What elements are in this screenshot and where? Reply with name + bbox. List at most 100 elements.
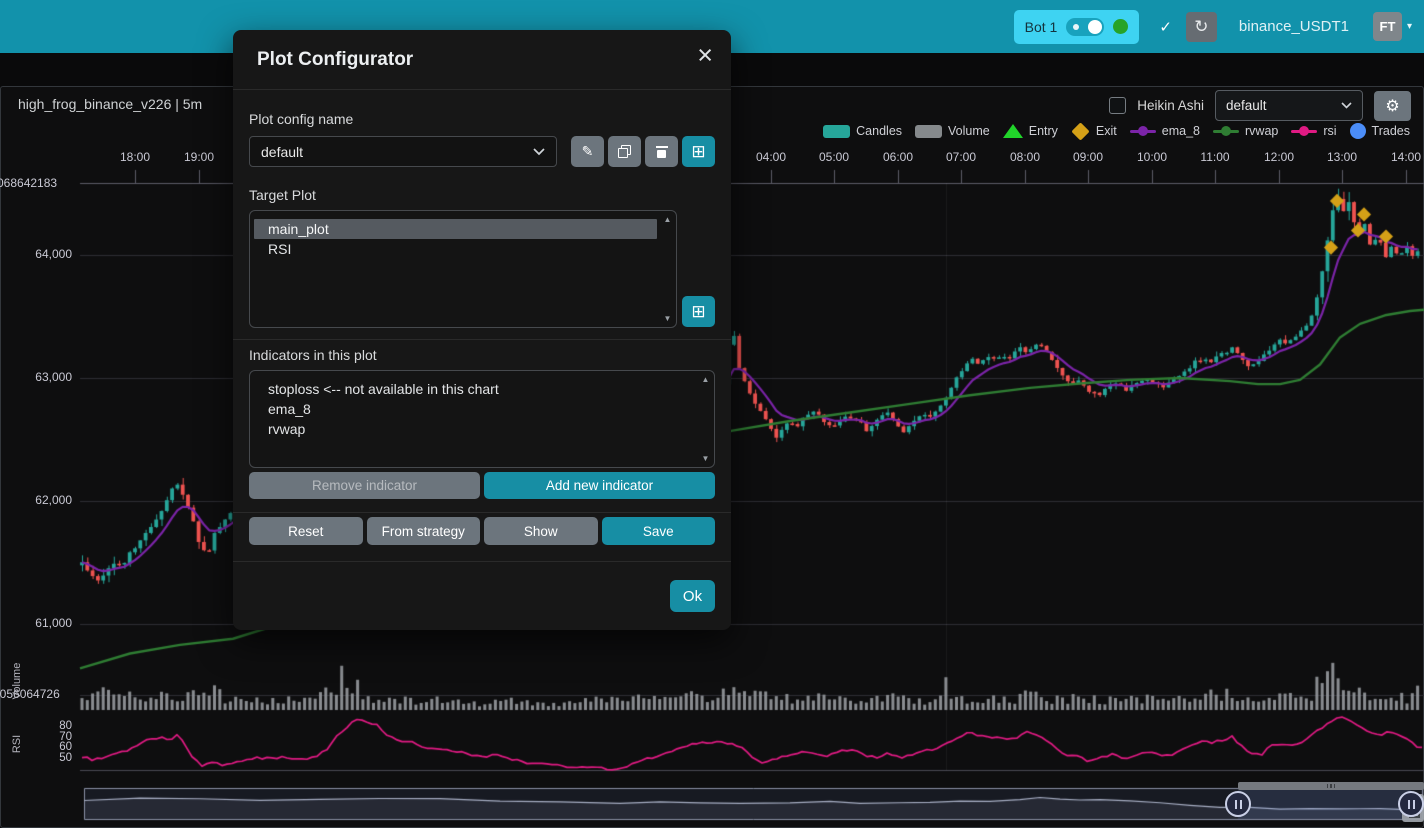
legend-item-Trades[interactable]: Trades xyxy=(1350,123,1410,139)
x-axis-label: 06:00 xyxy=(883,150,913,164)
user-avatar[interactable]: FT xyxy=(1373,12,1402,41)
legend-item-ema_8[interactable]: ema_8 xyxy=(1130,124,1200,138)
user-menu-caret-icon[interactable]: ▾ xyxy=(1407,21,1412,32)
x-axis-label: 05:00 xyxy=(819,150,849,164)
scroll-down-icon[interactable]: ▼ xyxy=(702,454,710,463)
chevron-down-icon xyxy=(533,148,545,156)
chart-controls: Heikin Ashi default ⚙ xyxy=(1109,90,1411,121)
refresh-icon: ↻ xyxy=(1194,17,1208,37)
plot-settings-button[interactable]: ⚙ xyxy=(1374,91,1411,121)
app-root: { "colors": { "navbar": "#1292ab", "acce… xyxy=(0,0,1424,823)
legend-label: Exit xyxy=(1096,124,1117,138)
plot-config-select[interactable]: default xyxy=(1215,90,1363,121)
x-axis-label: 14:00 xyxy=(1391,150,1421,164)
exit-swatch-icon xyxy=(1071,122,1089,140)
navbar-right-group: Bot 1 ✓ ↻ binance_USDT1 FT ▾ xyxy=(1014,10,1424,44)
delete-config-button[interactable] xyxy=(645,136,678,167)
close-icon[interactable]: × xyxy=(697,42,713,69)
x-axis-label: 12:00 xyxy=(1264,150,1294,164)
from-strategy-button[interactable]: From strategy xyxy=(367,517,481,545)
rename-config-button[interactable]: ✎ xyxy=(571,136,604,167)
indicator-option[interactable]: stoploss <-- not available in this chart xyxy=(254,379,695,399)
ok-button[interactable]: Ok xyxy=(670,580,715,612)
volume-axis-label: 3056064726 xyxy=(0,687,60,701)
candles-swatch-icon xyxy=(823,125,850,138)
datazoom-right-handle[interactable] xyxy=(1398,791,1424,817)
bot-name-label: Bot 1 xyxy=(1025,19,1058,35)
y-axis-label: 62,000 xyxy=(0,493,72,507)
plus-square-icon: ⊞ xyxy=(691,142,705,162)
x-axis-label: 09:00 xyxy=(1073,150,1103,164)
bot-status-dot xyxy=(1113,19,1128,34)
duplicate-config-button[interactable] xyxy=(608,136,641,167)
rsi-swatch-icon xyxy=(1291,130,1317,133)
y-axis-label: 61,000 xyxy=(0,616,72,630)
indicators-label: Indicators in this plot xyxy=(249,347,377,363)
x-axis-label: 10:00 xyxy=(1137,150,1167,164)
legend-item-rvwap[interactable]: rvwap xyxy=(1213,124,1278,138)
datazoom-selected-window[interactable] xyxy=(1238,788,1411,820)
legend-item-Exit[interactable]: Exit xyxy=(1071,124,1117,138)
y-axis-label: 63,000 xyxy=(0,370,72,384)
indicator-option[interactable]: ema_8 xyxy=(254,399,695,419)
target-plot-option[interactable]: main_plot xyxy=(254,219,657,239)
datazoom-left-handle[interactable] xyxy=(1225,791,1251,817)
target-plot-scrollbar[interactable]: ▲ ▼ xyxy=(661,213,674,325)
target-plot-option[interactable]: RSI xyxy=(254,239,657,259)
show-button[interactable]: Show xyxy=(484,517,598,545)
indicators-scrollbar[interactable]: ▲ ▼ xyxy=(699,373,712,465)
legend-label: Trades xyxy=(1372,124,1410,138)
add-new-indicator-button[interactable]: Add new indicator xyxy=(484,472,715,499)
legend-item-Volume[interactable]: Volume xyxy=(915,124,990,138)
legend-item-Entry[interactable]: Entry xyxy=(1003,124,1058,138)
modal-header: Plot Configurator × xyxy=(233,30,731,90)
save-button[interactable]: Save xyxy=(602,517,716,545)
refresh-button[interactable]: ↻ xyxy=(1186,12,1217,42)
legend-label: Entry xyxy=(1029,124,1058,138)
datazoom-drag-bar[interactable] xyxy=(1238,782,1424,790)
legend-item-rsi[interactable]: rsi xyxy=(1291,124,1336,138)
add-config-button[interactable]: ⊞ xyxy=(682,136,715,167)
legend-label: Candles xyxy=(856,124,902,138)
legend-label: Volume xyxy=(948,124,990,138)
volume-pane-title: Volume xyxy=(11,663,23,700)
gear-icon: ⚙ xyxy=(1385,96,1399,116)
volume-swatch-icon xyxy=(915,125,942,138)
target-plot-listbox[interactable]: main_plotRSI ▲ ▼ xyxy=(249,210,677,328)
x-axis-label: 07:00 xyxy=(946,150,976,164)
legend-label: rsi xyxy=(1323,124,1336,138)
x-axis-label: 13:00 xyxy=(1327,150,1357,164)
heikin-ashi-label: Heikin Ashi xyxy=(1137,98,1204,113)
y-axis-label: 64,000 xyxy=(0,247,72,261)
rsi-axis-label: 50 xyxy=(0,752,72,764)
chevron-down-icon xyxy=(1341,102,1352,109)
plot-configurator-modal: Plot Configurator × Plot config name def… xyxy=(233,30,731,630)
indicators-listbox[interactable]: stoploss <-- not available in this chart… xyxy=(249,370,715,468)
legend-item-Candles[interactable]: Candles xyxy=(823,124,902,138)
bot-selector-pill[interactable]: Bot 1 xyxy=(1014,10,1140,44)
rsi-pane-title: RSI xyxy=(11,735,23,753)
indicator-option[interactable]: rvwap xyxy=(254,419,695,439)
scroll-up-icon[interactable]: ▲ xyxy=(702,375,710,384)
legend-label: ema_8 xyxy=(1162,124,1200,138)
ema_8-swatch-icon xyxy=(1130,130,1156,133)
heikin-ashi-checkbox[interactable] xyxy=(1109,97,1126,114)
bot-ok-check-icon: ✓ xyxy=(1159,18,1172,36)
remove-indicator-button[interactable]: Remove indicator xyxy=(249,472,480,499)
entry-swatch-icon xyxy=(1003,124,1023,138)
plus-square-icon: ⊞ xyxy=(691,302,705,322)
scroll-up-icon[interactable]: ▲ xyxy=(664,215,672,224)
x-axis-label: 11:00 xyxy=(1200,150,1229,164)
y-axis-top-label: 068642183 xyxy=(0,176,57,190)
x-axis-label: 08:00 xyxy=(1010,150,1040,164)
rvwap-swatch-icon xyxy=(1213,130,1239,133)
scroll-down-icon[interactable]: ▼ xyxy=(664,314,672,323)
legend: Candles Volume Entry Exit ema_8 rvwap rsi Trade… xyxy=(823,123,1410,139)
bot-online-toggle[interactable] xyxy=(1066,18,1104,36)
trash-icon xyxy=(656,145,668,158)
trades-swatch-icon xyxy=(1350,123,1366,139)
copy-icon xyxy=(618,145,631,158)
reset-button[interactable]: Reset xyxy=(249,517,363,545)
plot-config-name-select[interactable]: default xyxy=(249,136,557,167)
add-target-plot-button[interactable]: ⊞ xyxy=(682,296,715,327)
